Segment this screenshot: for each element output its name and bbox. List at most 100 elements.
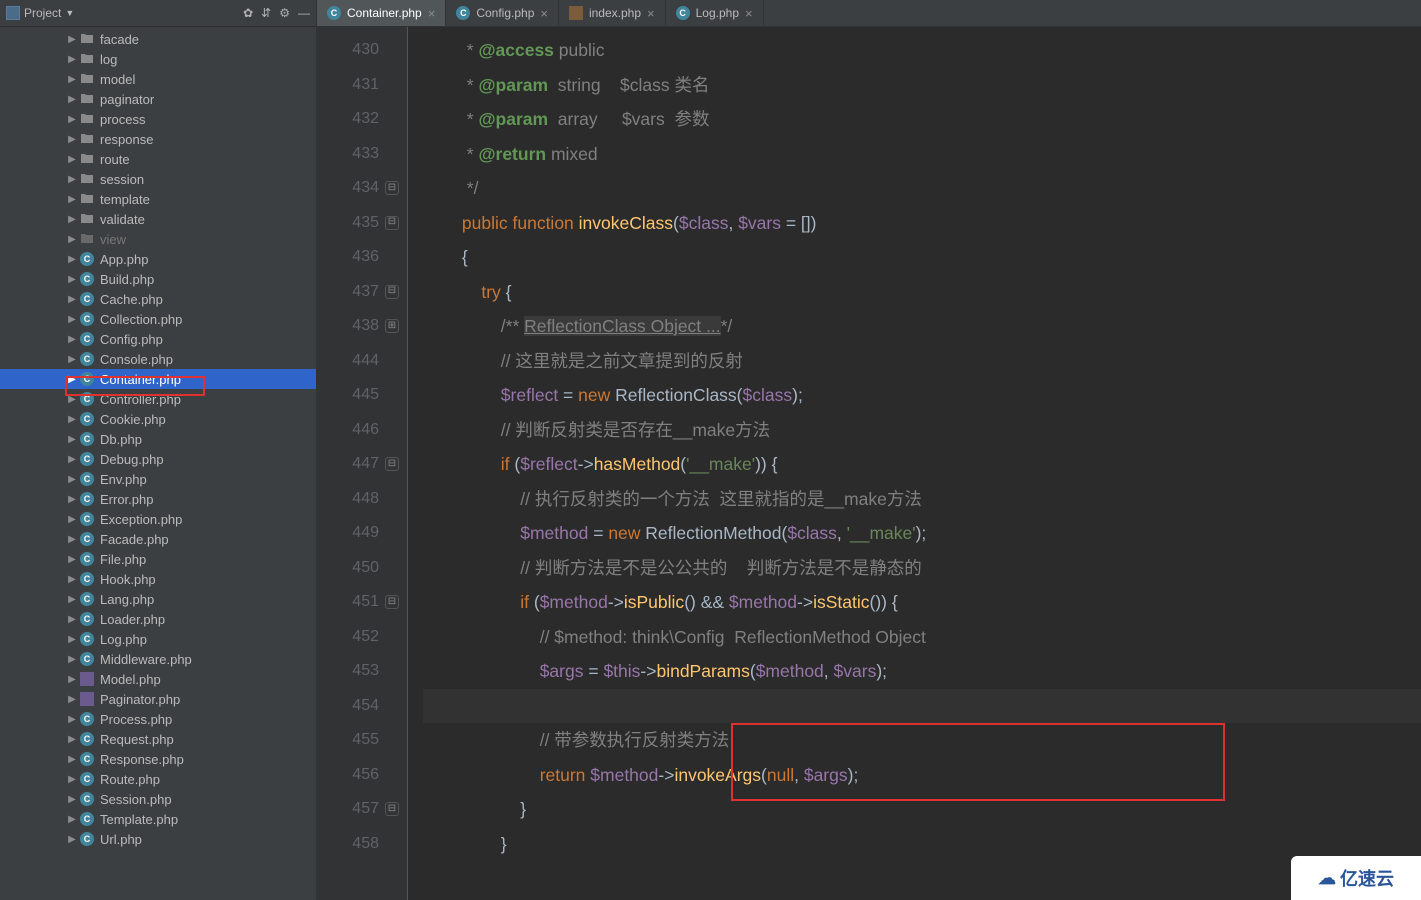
tree-item[interactable]: ▶model <box>0 69 316 89</box>
tree-item[interactable]: ▶CRoute.php <box>0 769 316 789</box>
expand-arrow-icon[interactable]: ▶ <box>64 814 80 825</box>
expand-arrow-icon[interactable]: ▶ <box>64 54 80 65</box>
tree-item[interactable]: ▶CCache.php <box>0 289 316 309</box>
tree-item[interactable]: ▶CException.php <box>0 509 316 529</box>
tree-item[interactable]: ▶CLang.php <box>0 589 316 609</box>
tree-item[interactable]: ▶facade <box>0 29 316 49</box>
expand-arrow-icon[interactable]: ▶ <box>64 674 80 685</box>
tree-item[interactable]: ▶CController.php <box>0 389 316 409</box>
tree-item[interactable]: ▶Paginator.php <box>0 689 316 709</box>
tree-item[interactable]: ▶Model.php <box>0 669 316 689</box>
expand-arrow-icon[interactable]: ▶ <box>64 494 80 505</box>
editor-tab[interactable]: index.php× <box>559 0 666 26</box>
tree-item[interactable]: ▶paginator <box>0 89 316 109</box>
expand-arrow-icon[interactable]: ▶ <box>64 414 80 425</box>
tree-item[interactable]: ▶CUrl.php <box>0 829 316 849</box>
expand-arrow-icon[interactable]: ▶ <box>64 634 80 645</box>
close-icon[interactable]: × <box>647 6 655 21</box>
expand-arrow-icon[interactable]: ▶ <box>64 454 80 465</box>
editor-tab[interactable]: CLog.php× <box>666 0 764 26</box>
gear-icon[interactable]: ⚙ <box>279 6 290 20</box>
tree-item[interactable]: ▶CResponse.php <box>0 749 316 769</box>
tree-item[interactable]: ▶route <box>0 149 316 169</box>
expand-arrow-icon[interactable]: ▶ <box>64 774 80 785</box>
tree-item[interactable]: ▶CProcess.php <box>0 709 316 729</box>
expand-arrow-icon[interactable]: ▶ <box>64 614 80 625</box>
expand-arrow-icon[interactable]: ▶ <box>64 394 80 405</box>
fold-icon[interactable]: ⊞ <box>385 319 399 333</box>
tree-item[interactable]: ▶CCookie.php <box>0 409 316 429</box>
expand-arrow-icon[interactable]: ▶ <box>64 294 80 305</box>
tree-item[interactable]: ▶CHook.php <box>0 569 316 589</box>
close-icon[interactable]: × <box>428 6 436 21</box>
expand-arrow-icon[interactable]: ▶ <box>64 174 80 185</box>
expand-arrow-icon[interactable]: ▶ <box>64 214 80 225</box>
tree-item[interactable]: ▶CEnv.php <box>0 469 316 489</box>
expand-arrow-icon[interactable]: ▶ <box>64 34 80 45</box>
close-icon[interactable]: × <box>540 6 548 21</box>
expand-arrow-icon[interactable]: ▶ <box>64 314 80 325</box>
tree-item[interactable]: ▶CSession.php <box>0 789 316 809</box>
fold-icon[interactable]: ⊟ <box>385 457 399 471</box>
tree-item[interactable]: ▶process <box>0 109 316 129</box>
expand-arrow-icon[interactable]: ▶ <box>64 254 80 265</box>
fold-icon[interactable]: ⊟ <box>385 285 399 299</box>
fold-icon[interactable]: ⊟ <box>385 595 399 609</box>
tree-item[interactable]: ▶CMiddleware.php <box>0 649 316 669</box>
expand-arrow-icon[interactable]: ▶ <box>64 714 80 725</box>
tree-item[interactable]: ▶CDebug.php <box>0 449 316 469</box>
tree-item[interactable]: ▶CCollection.php <box>0 309 316 329</box>
target-icon[interactable]: ✿ <box>243 6 253 20</box>
close-icon[interactable]: × <box>745 6 753 21</box>
tree-item[interactable]: ▶view <box>0 229 316 249</box>
expand-arrow-icon[interactable]: ▶ <box>64 734 80 745</box>
fold-icon[interactable]: ⊟ <box>385 216 399 230</box>
expand-arrow-icon[interactable]: ▶ <box>64 754 80 765</box>
expand-arrow-icon[interactable]: ▶ <box>64 194 80 205</box>
expand-arrow-icon[interactable]: ▶ <box>64 114 80 125</box>
tree-item[interactable]: ▶CFacade.php <box>0 529 316 549</box>
fold-icon[interactable]: ⊟ <box>385 802 399 816</box>
sidebar-title[interactable]: Project ▼ <box>6 6 74 20</box>
tree-item-selected[interactable]: ▶CContainer.php <box>0 369 316 389</box>
tree-item[interactable]: ▶log <box>0 49 316 69</box>
editor-tab[interactable]: CContainer.php× <box>317 0 446 26</box>
editor-tab[interactable]: CConfig.php× <box>446 0 559 26</box>
expand-arrow-icon[interactable]: ▶ <box>64 834 80 845</box>
expand-arrow-icon[interactable]: ▶ <box>64 434 80 445</box>
expand-arrow-icon[interactable]: ▶ <box>64 554 80 565</box>
tree-item[interactable]: ▶validate <box>0 209 316 229</box>
expand-arrow-icon[interactable]: ▶ <box>64 534 80 545</box>
collapse-icon[interactable]: ⇵ <box>261 6 271 20</box>
tree-item[interactable]: ▶response <box>0 129 316 149</box>
expand-arrow-icon[interactable]: ▶ <box>64 694 80 705</box>
project-tree[interactable]: ▶facade▶log▶model▶paginator▶process▶resp… <box>0 27 316 900</box>
expand-arrow-icon[interactable]: ▶ <box>64 154 80 165</box>
tree-item[interactable]: ▶CFile.php <box>0 549 316 569</box>
expand-arrow-icon[interactable]: ▶ <box>64 654 80 665</box>
expand-arrow-icon[interactable]: ▶ <box>64 594 80 605</box>
tree-item[interactable]: ▶CConfig.php <box>0 329 316 349</box>
tree-item[interactable]: ▶CApp.php <box>0 249 316 269</box>
fold-icon[interactable]: ⊟ <box>385 181 399 195</box>
expand-arrow-icon[interactable]: ▶ <box>64 574 80 585</box>
tree-item[interactable]: ▶CLoader.php <box>0 609 316 629</box>
expand-arrow-icon[interactable]: ▶ <box>64 514 80 525</box>
code-editor[interactable]: * @access public * @param string $class … <box>407 27 1421 900</box>
expand-arrow-icon[interactable]: ▶ <box>64 94 80 105</box>
tree-item[interactable]: ▶CLog.php <box>0 629 316 649</box>
hide-icon[interactable]: — <box>298 6 310 20</box>
expand-arrow-icon[interactable]: ▶ <box>64 74 80 85</box>
tree-item[interactable]: ▶CError.php <box>0 489 316 509</box>
expand-arrow-icon[interactable]: ▶ <box>64 354 80 365</box>
tree-item[interactable]: ▶CDb.php <box>0 429 316 449</box>
tree-item[interactable]: ▶CRequest.php <box>0 729 316 749</box>
expand-arrow-icon[interactable]: ▶ <box>64 794 80 805</box>
tree-item[interactable]: ▶CTemplate.php <box>0 809 316 829</box>
expand-arrow-icon[interactable]: ▶ <box>64 234 80 245</box>
expand-arrow-icon[interactable]: ▶ <box>64 274 80 285</box>
expand-arrow-icon[interactable]: ▶ <box>64 334 80 345</box>
expand-arrow-icon[interactable]: ▶ <box>64 374 80 385</box>
tree-item[interactable]: ▶template <box>0 189 316 209</box>
expand-arrow-icon[interactable]: ▶ <box>64 474 80 485</box>
